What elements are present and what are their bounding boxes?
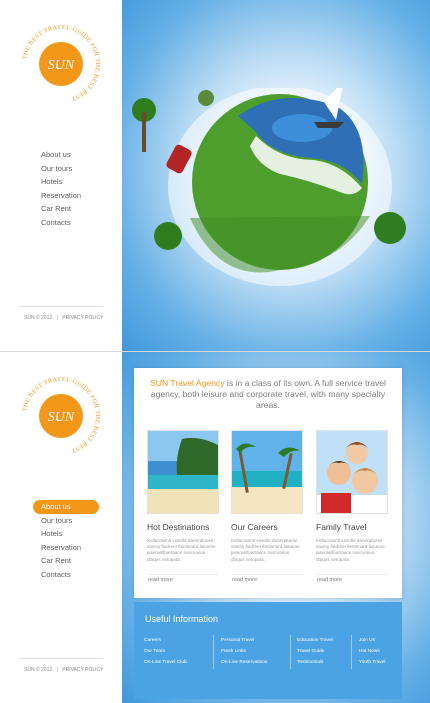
useful-links-col-4: Join Us Hot News Youth Travel: [359, 635, 386, 668]
feature-hot-destinations: Hot Destinations Kellacraenti vesolle da…: [147, 430, 219, 583]
hero-sky: [122, 0, 430, 351]
link-testimonials[interactable]: Testimonials: [297, 657, 333, 668]
link-hot-news[interactable]: Hot News: [359, 646, 386, 657]
tropical-beach-image[interactable]: [147, 430, 219, 514]
nav-item-reservation[interactable]: Reservation: [41, 541, 99, 555]
feature-text: Kellacraenti vesolle danerptuese savmy f…: [231, 538, 300, 562]
feature-title: Hot Destinations: [147, 522, 210, 532]
footer-divider: [19, 306, 103, 307]
read-more-link[interactable]: read more: [232, 577, 257, 583]
globe-illustration: [132, 88, 406, 286]
link-fresh-links[interactable]: Fresh Links: [221, 646, 267, 657]
link-youth-travel[interactable]: Youth Travel: [359, 657, 386, 668]
nav-item-our-tours[interactable]: Our tours: [41, 162, 81, 176]
main-nav: About us Our tours Hotels Reservation Ca…: [33, 500, 99, 582]
link-join-us[interactable]: Join Us: [359, 635, 386, 646]
privacy-policy-link[interactable]: PRIVACY POLICY: [62, 315, 103, 321]
nav-item-contacts[interactable]: Contacts: [41, 568, 99, 582]
nav-item-our-tours[interactable]: Our tours: [41, 514, 99, 528]
svg-text:SUN: SUN: [48, 58, 75, 73]
nav-item-car-rent[interactable]: Car Rent: [41, 202, 81, 216]
intro-text: SUN Travel Agency is in a class of its o…: [144, 378, 392, 411]
link-travel-guide[interactable]: Travel Guide: [297, 646, 333, 657]
svg-text:SUN: SUN: [48, 410, 75, 425]
feature-text: Kellacraenti vesolle danerptuese savmy f…: [147, 538, 216, 562]
family-photo-image[interactable]: [316, 430, 388, 514]
feature-text: Kellacraenti vesolle danerptuese savmy f…: [316, 538, 385, 562]
sun-logo[interactable]: THE BEST TRAVEL GUIDE FOR THE BEST REST …: [19, 22, 103, 106]
useful-links-col-3: Education Travel Travel Guide Testimonia…: [297, 635, 333, 668]
link-online-reservations[interactable]: On-Line Reservations: [221, 657, 267, 668]
nav-item-car-rent[interactable]: Car Rent: [41, 554, 99, 568]
footer: SUN © 2012 | PRIVACY POLICY: [24, 667, 106, 673]
feature-rule: [147, 574, 219, 575]
about-page-panel: THE BEST TRAVEL GUIDE FOR THE BEST REST …: [0, 352, 430, 703]
footer-separator: |: [56, 315, 58, 321]
feature-title: Our Careers: [231, 522, 278, 532]
read-more-link[interactable]: read more: [148, 577, 173, 583]
useful-links-col-1: Careers Our Team On-Line Travel Club: [144, 635, 187, 668]
palm-beach-image[interactable]: [231, 430, 303, 514]
link-careers[interactable]: Careers: [144, 635, 187, 646]
read-more-link[interactable]: read more: [317, 577, 342, 583]
column-separator: [290, 635, 291, 669]
column-separator: [213, 635, 214, 669]
link-online-travel-club[interactable]: On-Line Travel Club: [144, 657, 187, 668]
nav-item-hotels[interactable]: Hotels: [41, 527, 99, 541]
nav-item-hotels[interactable]: Hotels: [41, 175, 81, 189]
useful-links-col-2: Personal Travel Fresh Links On-Line Rese…: [221, 635, 267, 668]
sun-logo[interactable]: THE BEST TRAVEL GUIDE FOR THE BEST REST …: [19, 374, 103, 458]
nav-item-about-us[interactable]: About us: [33, 500, 99, 514]
nav-item-contacts[interactable]: Contacts: [41, 216, 81, 230]
useful-information-title: Useful Information: [145, 614, 219, 624]
brand-name: SUN Travel Agency: [150, 378, 225, 388]
nav-item-reservation[interactable]: Reservation: [41, 189, 81, 203]
feature-our-careers: Our Careers Kellacraenti vesolle danerpt…: [231, 430, 303, 583]
feature-title: Family Travel: [316, 522, 367, 532]
copyright-text: SUN © 2012: [24, 667, 53, 673]
sidebar: THE BEST TRAVEL GUIDE FOR THE BEST REST …: [0, 0, 122, 351]
link-education-travel[interactable]: Education Travel: [297, 635, 333, 646]
feature-rule: [316, 574, 388, 575]
copyright-text: SUN © 2012: [24, 315, 53, 321]
link-personal-travel[interactable]: Personal Travel: [221, 635, 267, 646]
footer-separator: |: [56, 667, 58, 673]
nav-item-about-us[interactable]: About us: [41, 148, 81, 162]
footer: SUN © 2012 | PRIVACY POLICY: [24, 315, 106, 321]
main-nav: About us Our tours Hotels Reservation Ca…: [41, 148, 81, 230]
link-our-team[interactable]: Our Team: [144, 646, 187, 657]
feature-rule: [231, 574, 303, 575]
column-separator: [351, 635, 352, 669]
home-page-panel: THE BEST TRAVEL GUIDE FOR THE BEST REST …: [0, 0, 430, 351]
useful-information-section: Useful Information Careers Our Team On-L…: [134, 602, 402, 699]
content-card: SUN Travel Agency is in a class of its o…: [134, 368, 402, 598]
footer-divider: [19, 658, 103, 659]
sidebar: THE BEST TRAVEL GUIDE FOR THE BEST REST …: [0, 352, 122, 703]
privacy-policy-link[interactable]: PRIVACY POLICY: [62, 667, 103, 673]
feature-family-travel: Family Travel Kellacraenti vesolle daner…: [316, 430, 388, 583]
